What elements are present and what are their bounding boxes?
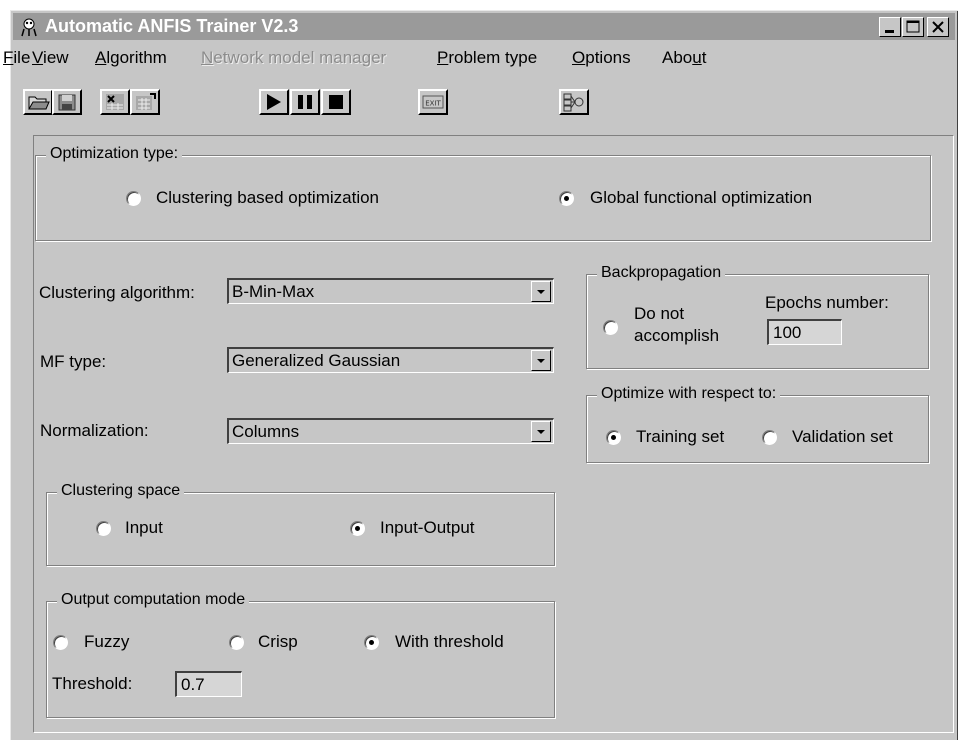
clustering-based-radio[interactable] (126, 191, 141, 206)
menu-algorithm[interactable]: Algorithm (95, 48, 167, 68)
input-label[interactable]: Input (125, 518, 163, 538)
epochs-number-label: Epochs number: (765, 293, 889, 312)
mf-type-combo[interactable]: Generalized Gaussian (227, 347, 554, 373)
mf-type-value: Generalized Gaussian (232, 351, 401, 370)
crisp-radio[interactable] (229, 635, 244, 650)
validation-set-label[interactable]: Validation set (792, 427, 893, 447)
menu-options[interactable]: Options (572, 48, 631, 68)
optimization-type-legend: Optimization type: (46, 145, 183, 163)
output-computation-group: Output computation mode (46, 591, 555, 718)
pause-button[interactable] (290, 89, 320, 115)
do-not-label[interactable]: Do not (634, 304, 684, 324)
menu-bar: File View Algorithm Network model manage… (3, 48, 958, 70)
normalization-combo[interactable]: Columns (227, 418, 554, 444)
import-button[interactable] (100, 89, 130, 115)
fuzzy-label[interactable]: Fuzzy (84, 632, 129, 652)
maximize-button[interactable] (902, 17, 924, 37)
stop-button[interactable] (321, 89, 351, 115)
exit-label: EXIT (425, 100, 441, 108)
app-window: Automatic ANFIS Trainer V2.3 File View A… (3, 10, 958, 740)
minimize-button[interactable] (879, 17, 901, 37)
threshold-input[interactable]: 0.7 (175, 671, 242, 697)
chevron-down-icon[interactable] (531, 421, 551, 442)
exit-button[interactable]: EXIT (418, 89, 448, 115)
clustering-algorithm-combo[interactable]: B-Min-Max (227, 278, 554, 304)
crisp-label[interactable]: Crisp (258, 632, 298, 652)
clustering-algorithm-label: Clustering algorithm: (39, 283, 195, 302)
export-button[interactable] (130, 89, 160, 115)
epochs-number-input[interactable]: 100 (767, 319, 842, 345)
chevron-down-icon[interactable] (531, 350, 551, 371)
chevron-down-icon[interactable] (531, 281, 551, 302)
with-threshold-radio[interactable] (364, 635, 379, 650)
open-button[interactable] (23, 89, 53, 115)
validation-set-radio[interactable] (762, 430, 777, 445)
threshold-label: Threshold: (52, 674, 133, 693)
menu-problem-type[interactable]: Problem type (437, 48, 537, 68)
training-set-radio[interactable] (606, 430, 621, 445)
output-computation-legend: Output computation mode (57, 591, 250, 609)
accomplish-label[interactable]: accomplish (634, 326, 719, 346)
close-button[interactable] (927, 17, 949, 37)
clustering-space-legend: Clustering space (57, 482, 185, 500)
mf-type-label: MF type: (40, 352, 107, 371)
input-radio[interactable] (96, 521, 111, 536)
window-title: Automatic ANFIS Trainer V2.3 (45, 16, 299, 36)
normalization-label: Normalization: (40, 421, 149, 440)
training-set-label[interactable]: Training set (636, 427, 724, 447)
menu-network-model-manager[interactable]: Network model manager (201, 48, 386, 68)
with-threshold-label[interactable]: With threshold (395, 632, 504, 652)
global-functional-radio[interactable] (559, 191, 574, 206)
input-output-label[interactable]: Input-Output (380, 518, 475, 538)
play-button[interactable] (259, 89, 289, 115)
global-functional-label[interactable]: Global functional optimization (590, 188, 812, 208)
normalization-value: Columns (232, 422, 300, 441)
clustering-space-group: Clustering space (46, 482, 555, 566)
backpropagation-legend: Backpropagation (597, 264, 726, 282)
fuzzy-radio[interactable] (53, 635, 68, 650)
input-output-radio[interactable] (350, 521, 365, 536)
menu-file[interactable]: File (3, 48, 30, 68)
network-structure-button[interactable] (559, 89, 589, 115)
app-icon[interactable] (19, 17, 39, 37)
save-button[interactable] (52, 89, 82, 115)
title-bar[interactable]: Automatic ANFIS Trainer V2.3 (13, 13, 955, 40)
menu-view[interactable]: View (32, 48, 69, 68)
menu-about[interactable]: About (662, 48, 706, 68)
clustering-algorithm-value: B-Min-Max (232, 282, 315, 301)
clustering-based-label[interactable]: Clustering based optimization (156, 188, 379, 208)
optimize-wrt-legend: Optimize with respect to: (597, 385, 781, 403)
do-not-accomplish-radio[interactable] (603, 320, 618, 335)
